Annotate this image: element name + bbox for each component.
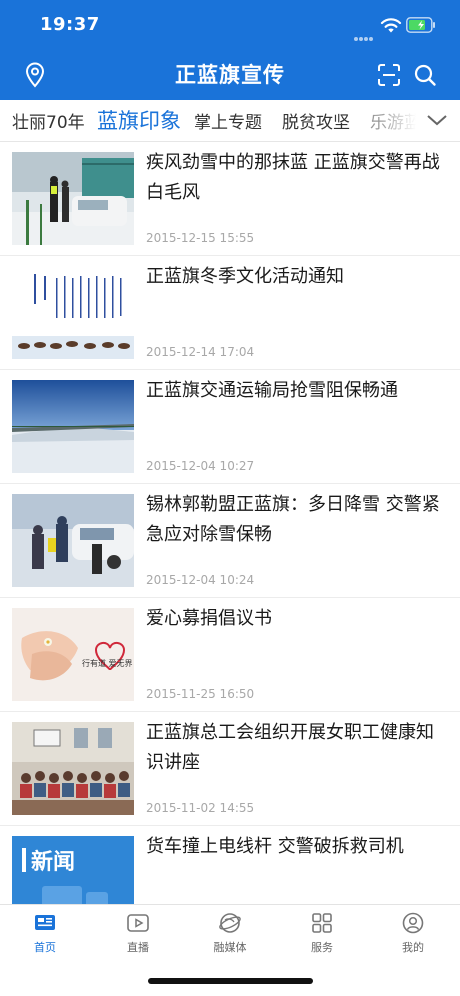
news-date: 2015-11-25 16:50: [146, 687, 255, 701]
thumbnail-image: 行有道 爱无界: [12, 608, 134, 701]
media-globe-icon: [219, 913, 241, 933]
tab-label: 直播: [127, 941, 149, 954]
news-item[interactable]: 正蓝旗交通运输局抢雪阻保畅通 2015-12-04 10:27: [0, 370, 460, 484]
tab-label: 我的: [402, 941, 424, 954]
tab-label: 服务: [311, 941, 333, 954]
scan-icon[interactable]: [378, 64, 400, 86]
tab-services[interactable]: 服务: [287, 911, 357, 955]
thumbnail-caption: 行有道 爱无界: [82, 658, 133, 668]
status-time: 19:37: [40, 14, 100, 35]
status-bar: 19:37: [0, 0, 460, 50]
wifi-icon: [380, 18, 402, 33]
news-title[interactable]: 疾风劲雪中的那抹蓝 正蓝旗交警再战白毛风: [146, 148, 446, 208]
thumbnail-image: [12, 494, 134, 587]
news-item[interactable]: 正蓝旗总工会组织开展女职工健康知识讲座 2015-11-02 14:55: [0, 712, 460, 826]
app-header: 19:37 正蓝旗宣传: [0, 0, 460, 100]
battery-icon: [406, 17, 435, 33]
category-tabs: 壮丽70年 蓝旗印象 掌上专题 脱贫攻坚 乐游蓝: [0, 100, 460, 142]
signal-dots-icon: [354, 26, 374, 41]
tab-item[interactable]: 掌上专题: [194, 108, 262, 133]
thumbnail-image: [12, 152, 134, 245]
tab-item[interactable]: 脱贫攻坚: [282, 108, 350, 133]
tab-item[interactable]: 壮丽70年: [12, 108, 85, 133]
news-date: 2015-12-04 10:27: [146, 459, 255, 473]
news-title[interactable]: 爱心募捐倡议书: [146, 604, 446, 634]
news-date: 2015-12-15 15:55: [146, 231, 255, 245]
news-title[interactable]: 货车撞上电线杆 交警破拆救司机: [146, 832, 446, 862]
tab-live[interactable]: 直播: [103, 911, 173, 955]
thumbnail-caption: 新闻: [31, 849, 75, 875]
news-date: 2015-12-14 17:04: [146, 345, 255, 359]
news-date: 2015-12-04 10:24: [146, 573, 255, 587]
live-play-icon: [127, 914, 149, 932]
news-item[interactable]: 正蓝旗冬季文化活动通知 2015-12-14 17:04: [0, 256, 460, 370]
thumbnail-image: [12, 722, 134, 815]
news-feed[interactable]: 疾风劲雪中的那抹蓝 正蓝旗交警再战白毛风 2015-12-15 15:55 正蓝…: [0, 142, 460, 904]
navbar: 正蓝旗宣传: [0, 50, 460, 100]
thumbnail-image: [12, 266, 134, 359]
news-date: 2015-11-02 14:55: [146, 801, 255, 815]
profile-icon: [402, 912, 424, 934]
news-item[interactable]: 锡林郭勒盟正蓝旗：多日降雪 交警紧急应对除雪保畅 2015-12-04 10:2…: [0, 484, 460, 598]
news-item[interactable]: 行有道 爱无界 爱心募捐倡议书 2015-11-25 16:50: [0, 598, 460, 712]
thumbnail-image: [12, 380, 134, 473]
tab-media[interactable]: 融媒体: [195, 911, 265, 955]
home-indicator[interactable]: [148, 978, 313, 984]
tab-home[interactable]: 首页: [10, 911, 80, 955]
news-title[interactable]: 正蓝旗总工会组织开展女职工健康知识讲座: [146, 718, 446, 778]
news-item[interactable]: 新闻 货车撞上电线杆 交警破拆救司机: [0, 826, 460, 904]
tab-profile[interactable]: 我的: [378, 911, 448, 955]
tab-item-active[interactable]: 蓝旗印象: [97, 105, 181, 135]
search-icon[interactable]: [413, 63, 437, 87]
news-item[interactable]: 疾风劲雪中的那抹蓝 正蓝旗交警再战白毛风 2015-12-15 15:55: [0, 142, 460, 256]
chevron-down-icon[interactable]: [424, 109, 450, 131]
news-title[interactable]: 正蓝旗交通运输局抢雪阻保畅通: [146, 376, 446, 406]
services-grid-icon: [312, 913, 332, 933]
home-news-icon: [35, 915, 55, 930]
news-title[interactable]: 锡林郭勒盟正蓝旗：多日降雪 交警紧急应对除雪保畅: [146, 490, 446, 550]
news-title[interactable]: 正蓝旗冬季文化活动通知: [146, 262, 446, 292]
tab-label: 首页: [34, 941, 56, 954]
tab-label: 融媒体: [213, 941, 247, 954]
thumbnail-image: 新闻: [12, 836, 134, 904]
